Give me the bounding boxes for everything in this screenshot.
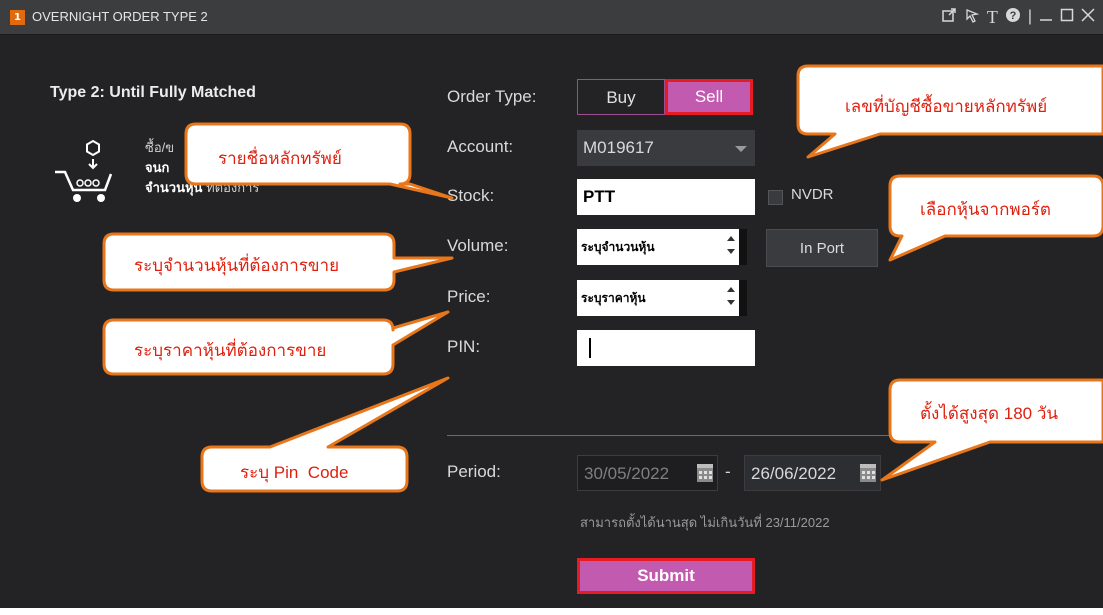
callout-maxdays-shape <box>880 378 1103 482</box>
callout-volume-text: ระบุจำนวนหุ้นที่ต้องการขาย <box>134 256 340 275</box>
callout-account-text: เลขที่บัญชีซื้อขายหลักทรัพย์ <box>845 97 1048 116</box>
callout-stock-text: รายชื่อหลักทรัพย์ <box>218 149 342 168</box>
callout-price-text: ระบุราคาหุ้นที่ต้องการขาย <box>134 341 327 360</box>
callout-pin-text: ระบุ Pin Code <box>240 463 349 482</box>
callout-maxdays-text: ตั้งได้สูงสุด 180 วัน <box>920 404 1059 423</box>
callout-inport-text: เลือกหุ้นจากพอร์ต <box>920 200 1051 219</box>
